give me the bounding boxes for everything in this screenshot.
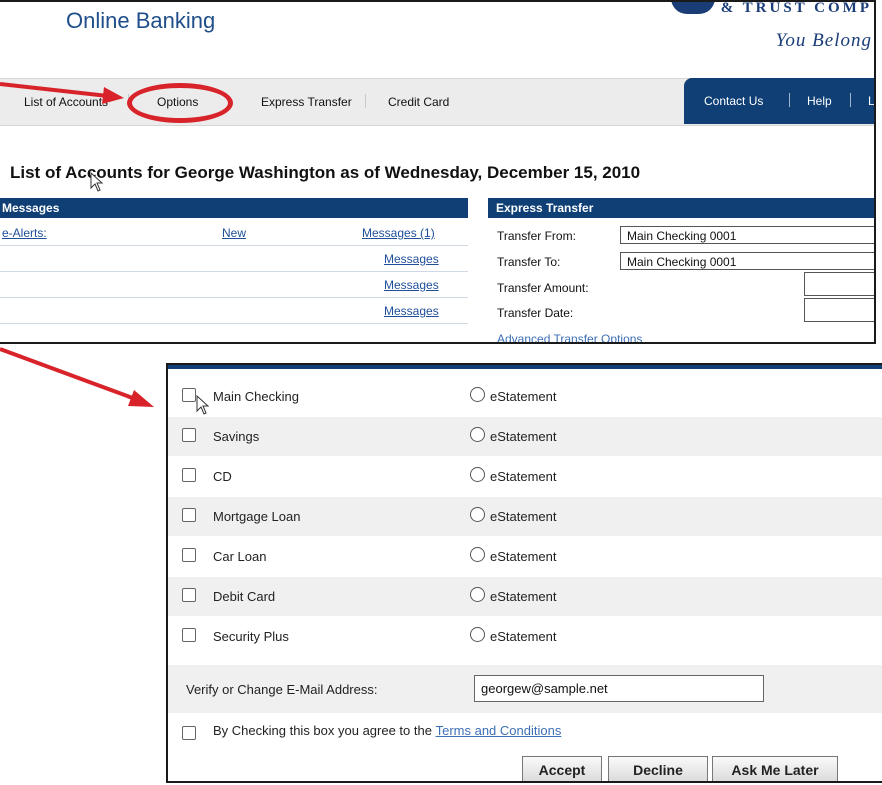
- table-row: Messages: [0, 246, 468, 272]
- debit-card-checkbox[interactable]: [182, 588, 196, 602]
- account-row-savings: Savings eStatement: [168, 417, 882, 456]
- transfer-to-label: Transfer To:: [497, 255, 561, 269]
- table-row: Messages: [0, 298, 468, 324]
- estatement-label: eStatement: [490, 589, 557, 604]
- nav-divider: [789, 93, 790, 107]
- transfer-amount-input[interactable]: [804, 272, 874, 296]
- transfer-from-select[interactable]: Main Checking 0001: [620, 226, 874, 244]
- messages-link[interactable]: Messages: [384, 278, 439, 292]
- messages-link[interactable]: Messages (1): [362, 226, 435, 240]
- email-label: Verify or Change E-Mail Address:: [186, 682, 378, 697]
- terms-row: By Checking this box you agree to the Te…: [168, 715, 882, 745]
- estatement-radio[interactable]: [470, 627, 485, 642]
- page-title: List of Accounts for George Washington a…: [10, 163, 641, 182]
- account-row-cd: CD eStatement: [168, 457, 882, 496]
- account-name: Mortgage Loan: [213, 509, 301, 524]
- transfer-amount-label: Transfer Amount:: [497, 281, 589, 295]
- account-name: Savings: [213, 429, 260, 444]
- nav-contact-us[interactable]: Contact Us: [704, 94, 763, 108]
- terms-and-conditions-link[interactable]: Terms and Conditions: [436, 723, 562, 738]
- nav-help[interactable]: Help: [807, 94, 832, 108]
- arrow-to-checkbox: [0, 347, 139, 402]
- email-field[interactable]: georgew@sample.net: [474, 675, 764, 702]
- estatement-radio[interactable]: [470, 507, 485, 522]
- bank-brand-text: & TRUST COMP: [720, 0, 872, 16]
- estatement-radio[interactable]: [470, 387, 485, 402]
- estatement-label: eStatement: [490, 629, 557, 644]
- e-alerts-link[interactable]: e-Alerts:: [2, 226, 47, 240]
- account-name: Car Loan: [213, 549, 267, 564]
- main-checking-checkbox[interactable]: [182, 388, 196, 402]
- bank-brand: & TRUST COMP: [670, 0, 872, 17]
- nav-divider: [365, 94, 366, 108]
- nav-credit-card[interactable]: Credit Card: [388, 95, 449, 109]
- table-row: e-Alerts: New Messages (1): [0, 220, 468, 246]
- advanced-transfer-options-link[interactable]: Advanced Transfer Options: [497, 332, 642, 342]
- express-transfer-header: Express Transfer: [488, 198, 874, 218]
- estatement-label: eStatement: [490, 389, 557, 404]
- estatement-enrollment-form: Main Checking eStatement Savings eStatem…: [166, 363, 882, 783]
- messages-link[interactable]: Messages: [384, 304, 439, 318]
- mouse-cursor-icon: [90, 172, 104, 192]
- bank-tagline: You Belong: [775, 30, 872, 51]
- cd-checkbox[interactable]: [182, 468, 196, 482]
- transfer-date-input[interactable]: [804, 298, 874, 322]
- account-row-car-loan: Car Loan eStatement: [168, 537, 882, 576]
- utility-nav: Contact Us Help L: [684, 78, 874, 124]
- security-plus-checkbox[interactable]: [182, 628, 196, 642]
- nav-logout[interactable]: L: [868, 94, 874, 108]
- car-loan-checkbox[interactable]: [182, 548, 196, 562]
- account-name: Security Plus: [213, 629, 289, 644]
- estatement-label: eStatement: [490, 469, 557, 484]
- account-name: Debit Card: [213, 589, 276, 604]
- estatement-label: eStatement: [490, 429, 557, 444]
- messages-header: Messages: [0, 198, 468, 218]
- messages-link[interactable]: Messages: [384, 252, 439, 266]
- account-row-main-checking: Main Checking eStatement: [168, 377, 882, 416]
- account-name: Main Checking: [213, 389, 299, 404]
- account-name: CD: [213, 469, 232, 484]
- nav-divider: [850, 93, 851, 107]
- mouse-cursor-icon: [196, 395, 210, 415]
- app-title: Online Banking: [66, 8, 216, 33]
- nav-list-of-accounts[interactable]: List of Accounts: [24, 95, 108, 109]
- arrowhead-icon: [128, 390, 154, 407]
- account-row-mortgage-loan: Mortgage Loan eStatement: [168, 497, 882, 536]
- nav-express-transfer[interactable]: Express Transfer: [261, 95, 352, 109]
- account-row-debit-card: Debit Card eStatement: [168, 577, 882, 616]
- options-highlight-circle: [127, 83, 233, 123]
- table-row: Messages: [0, 272, 468, 298]
- estatement-label: eStatement: [490, 509, 557, 524]
- estatement-radio[interactable]: [470, 427, 485, 442]
- estatement-label: eStatement: [490, 549, 557, 564]
- transfer-from-label: Transfer From:: [497, 229, 576, 243]
- bank-logo-icon: [670, 2, 715, 14]
- estatement-radio[interactable]: [470, 467, 485, 482]
- new-status-link[interactable]: New: [222, 226, 246, 240]
- terms-statement: By Checking this box you agree to the Te…: [213, 723, 561, 738]
- online-banking-screenshot: Online Banking & TRUST COMP You Belong L…: [0, 0, 876, 344]
- estatement-radio[interactable]: [470, 547, 485, 562]
- account-row-security-plus: Security Plus eStatement: [168, 617, 882, 656]
- terms-checkbox[interactable]: [182, 726, 196, 740]
- ask-me-later-button[interactable]: Ask Me Later: [712, 756, 838, 781]
- mortgage-loan-checkbox[interactable]: [182, 508, 196, 522]
- savings-checkbox[interactable]: [182, 428, 196, 442]
- accept-button[interactable]: Accept: [522, 756, 602, 781]
- transfer-date-label: Transfer Date:: [497, 306, 574, 320]
- estatement-radio[interactable]: [470, 587, 485, 602]
- email-verify-row: Verify or Change E-Mail Address: georgew…: [168, 665, 882, 713]
- transfer-to-select[interactable]: Main Checking 0001: [620, 252, 874, 270]
- panel-top-border: [168, 365, 882, 369]
- decline-button[interactable]: Decline: [608, 756, 708, 781]
- terms-text: By Checking this box you agree to the: [213, 723, 432, 738]
